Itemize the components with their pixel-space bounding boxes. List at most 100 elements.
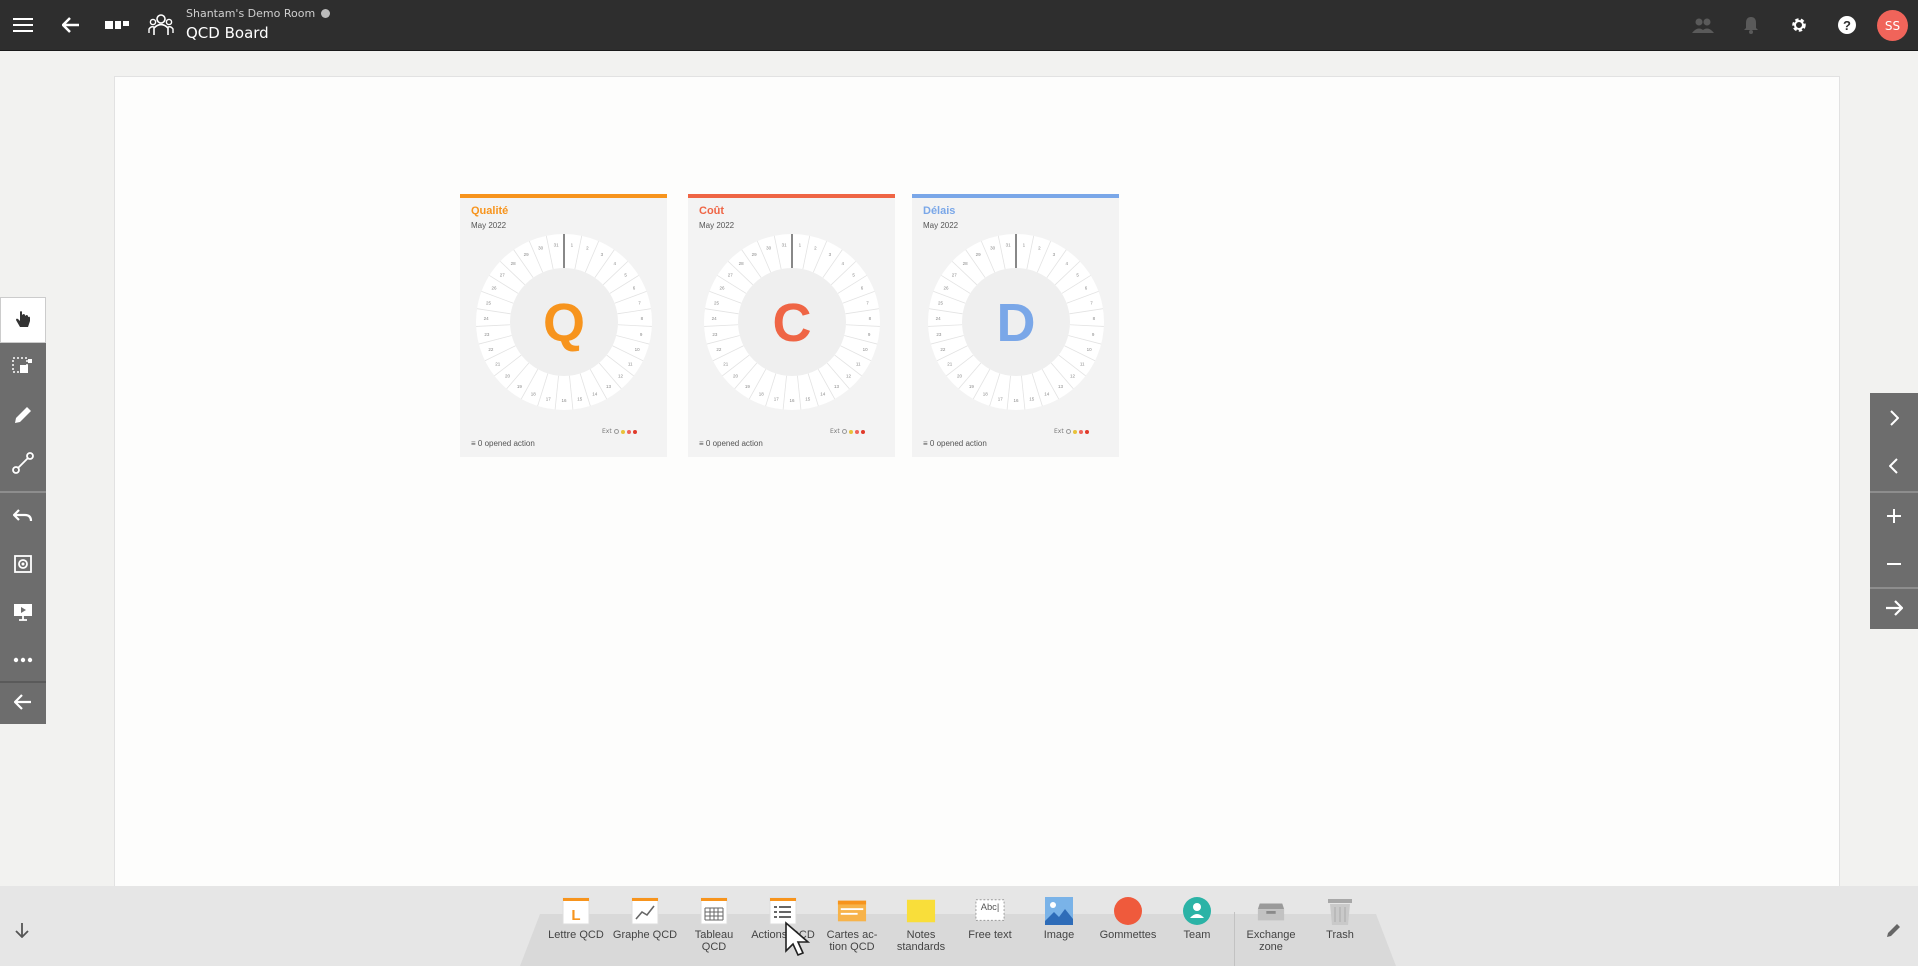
dial-day-label: 25	[714, 300, 720, 305]
tray-item-image[interactable]: Image	[1024, 896, 1094, 941]
svg-text:L: L	[571, 907, 580, 924]
notifications-bell-icon[interactable]	[1736, 0, 1766, 50]
trash-icon	[1325, 896, 1355, 926]
dial-day-label: 14	[820, 392, 826, 397]
participants-icon[interactable]	[1688, 0, 1718, 50]
multi-select-tool[interactable]	[0, 345, 46, 391]
menu-icon[interactable]	[8, 0, 38, 50]
card-color-bar	[460, 194, 667, 198]
presentation-icon	[14, 604, 32, 621]
dial-day-label: 13	[606, 384, 612, 389]
edit-tray-button[interactable]	[1882, 918, 1906, 942]
calendar-dial[interactable]: 1234567891011121314151617181920212223242…	[474, 232, 654, 412]
tray-item-graphe-qcd[interactable]: Graphe QCD	[610, 896, 680, 941]
dial-day-label: 23	[936, 332, 942, 337]
room-team-icon[interactable]	[146, 0, 176, 50]
calendar-dial[interactable]: 1234567891011121314151617181920212223242…	[926, 232, 1106, 412]
tray-item-trash[interactable]: Trash	[1305, 896, 1375, 941]
dial-day-label: 15	[805, 396, 811, 401]
qcd-card-quality[interactable]: Qualité May 2022 1 2 3 4 5 6 7 8 9 10 11 12 13 14 15 16…	[460, 194, 667, 457]
room-name[interactable]: Shantam's Demo Room	[186, 7, 331, 20]
tray-item-free-text[interactable]: Abc| Free text	[955, 896, 1025, 941]
dial-day-label: 17	[774, 396, 780, 401]
dial-day-label: 23	[712, 332, 718, 337]
exchange-zone-icon	[1256, 896, 1286, 926]
qcd-card-delays[interactable]: Délais May 2022 1 2 3 4 5 6 7 8 9 10 11 12 13 14 15 16 1…	[912, 194, 1119, 457]
presentation-button[interactable]	[0, 589, 46, 635]
dial-day-label: 24	[712, 316, 718, 321]
pencil-icon	[15, 407, 31, 423]
graphe-qcd-icon	[630, 896, 660, 926]
user-avatar[interactable]: SS	[1877, 10, 1908, 41]
undo-icon	[13, 509, 33, 522]
card-title: Qualité	[471, 205, 509, 217]
chevron-right-icon	[1890, 410, 1899, 426]
capture-button[interactable]	[0, 541, 46, 587]
qcd-card-cost[interactable]: Coût May 2022 1 2 3 4 5 6 7 8 9 10 11 12 13 14 15 16 17 1…	[688, 194, 895, 457]
zoom-out-button[interactable]	[1870, 541, 1918, 587]
dial-day-label: 12	[846, 374, 852, 379]
board-canvas[interactable]: Qualité May 2022 1 2 3 4 5 6 7 8 9 10 11 12 13 14 15 16…	[114, 76, 1840, 888]
next-view-button[interactable]	[1870, 395, 1918, 441]
dial-day-label: 30	[766, 246, 772, 251]
dial-day-label: 10	[863, 347, 869, 352]
card-footer-text: 0 opened action	[929, 439, 987, 448]
undo-button[interactable]	[0, 493, 46, 539]
dial-day-label: 21	[947, 361, 953, 366]
card-title: Délais	[923, 205, 956, 217]
dial-day-label: 30	[538, 246, 544, 251]
dial-day-label: 11	[856, 361, 861, 366]
tray-item-gommettes[interactable]: Gommettes	[1093, 896, 1163, 941]
card-footer-text: 0 opened action	[705, 439, 763, 448]
arrow-right-icon	[1886, 600, 1903, 616]
dial-day-label: 26	[943, 286, 949, 291]
chevron-left-icon	[1889, 458, 1898, 474]
room-name-text: Shantam's Demo Room	[186, 7, 316, 20]
room-info-icon[interactable]	[321, 9, 331, 18]
dial-day-label: 24	[484, 316, 490, 321]
sticky-note-icon	[906, 896, 936, 926]
card-color-bar	[688, 194, 895, 198]
card-footer-text: 0 opened action	[477, 439, 535, 448]
tray-item-cartes-action-qcd[interactable]: Cartes ac-tion QCD	[817, 896, 887, 953]
boards-switch-icon[interactable]	[102, 0, 132, 50]
collapse-bottom-bar-button[interactable]	[10, 918, 34, 942]
collapse-right-toolbar-button[interactable]	[1870, 587, 1918, 629]
tray-item-team[interactable]: Team	[1162, 896, 1232, 941]
dial-day-label: 22	[488, 347, 494, 352]
dial-day-label: 29	[752, 252, 758, 257]
previous-view-button[interactable]	[1870, 443, 1918, 489]
tray-item-label: Graphe QCD	[612, 929, 678, 941]
arrow-left-icon	[14, 694, 31, 710]
help-icon[interactable]: ?	[1832, 0, 1862, 50]
dial-day-label: 18	[759, 392, 765, 397]
more-options-button[interactable]	[0, 637, 46, 683]
zoom-in-button[interactable]	[1870, 493, 1918, 539]
dial-day-label: 31	[782, 242, 788, 247]
connector-tool[interactable]	[0, 440, 46, 486]
dial-day-label: 23	[484, 332, 490, 337]
lettre-qcd-icon: L	[561, 896, 591, 926]
back-arrow-icon[interactable]	[56, 0, 86, 50]
dial-day-label: 13	[1058, 384, 1064, 389]
legend-label: Ext	[602, 428, 612, 435]
pen-tool[interactable]	[0, 392, 46, 438]
card-actions-count: ≡ 0 opened action	[699, 439, 763, 448]
tray-item-notes-standards[interactable]: Notes standards	[886, 896, 956, 953]
calendar-dial[interactable]: 1234567891011121314151617181920212223242…	[702, 232, 882, 412]
tray-item-label: Notes standards	[896, 929, 946, 953]
tray-item-exchange-zone[interactable]: Exchange zone	[1236, 896, 1306, 953]
connector-line-icon	[12, 452, 34, 474]
tray-item-tableau-qcd[interactable]: Tableau QCD	[679, 896, 749, 953]
tray-item-lettre-qcd[interactable]: L Lettre QCD	[541, 896, 611, 941]
tray-item-label: Tableau QCD	[694, 929, 734, 953]
collapse-left-toolbar-button[interactable]	[0, 681, 46, 723]
select-hand-tool[interactable]	[0, 297, 46, 343]
top-bar: Shantam's Demo Room QCD Board ? SS	[0, 0, 1918, 51]
dial-day-label: 16	[1013, 398, 1019, 403]
dial-day-label: 28	[511, 261, 517, 266]
settings-gear-icon[interactable]	[1784, 0, 1814, 50]
dial-day-label: 22	[940, 347, 946, 352]
dial-day-label: 17	[546, 396, 552, 401]
tray-item-label: Lettre QCD	[548, 929, 604, 941]
